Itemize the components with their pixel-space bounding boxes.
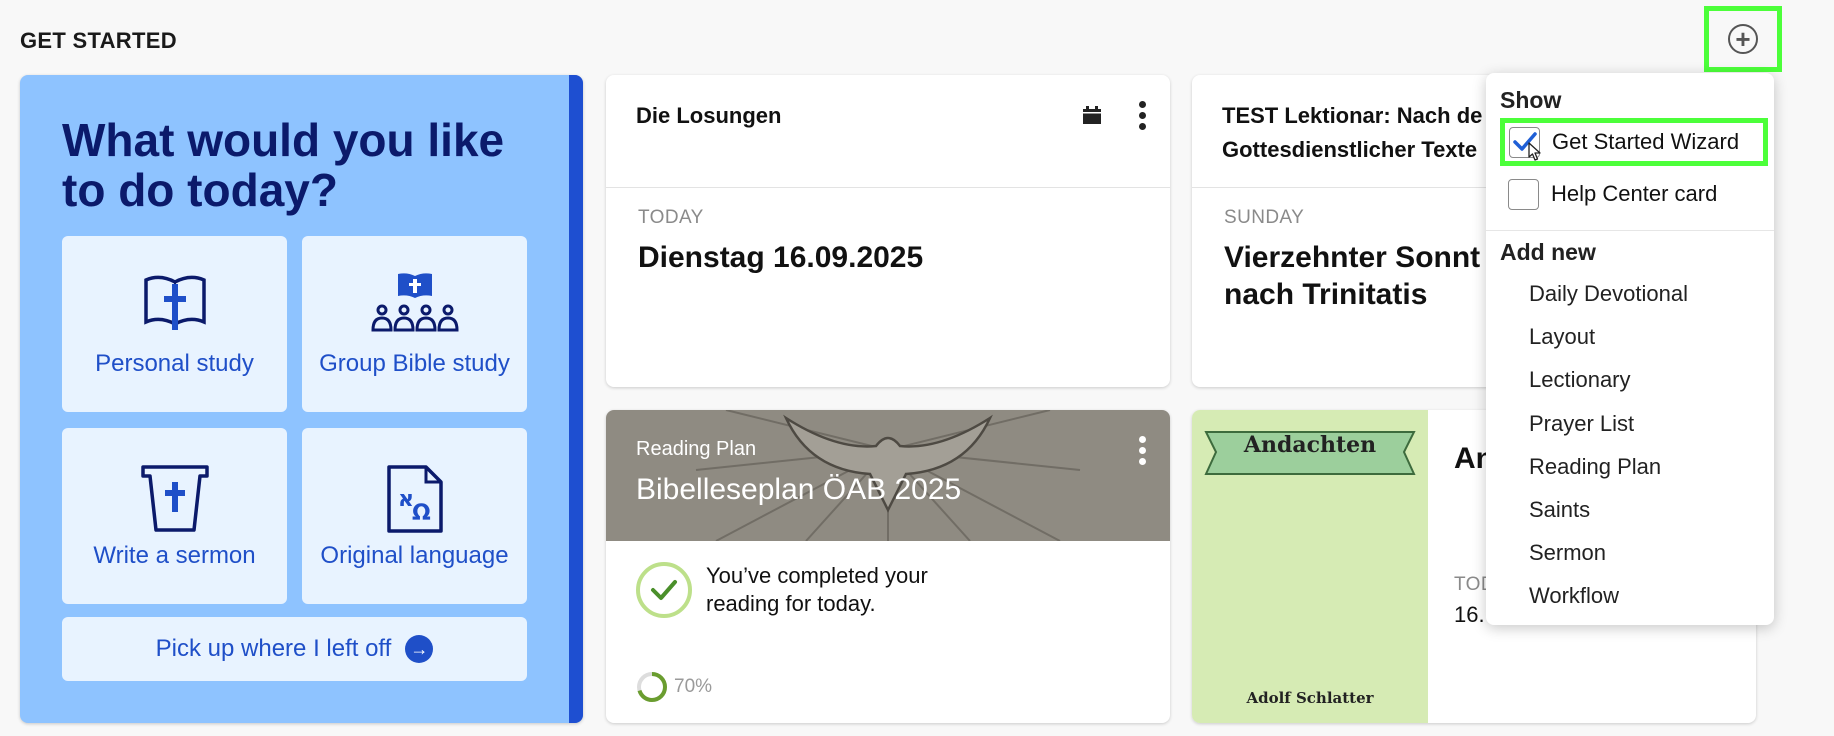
- open-bible-cross-icon: [142, 272, 208, 337]
- pulpit-cross-icon: [140, 464, 210, 539]
- add-prayer-list[interactable]: Prayer List: [1529, 411, 1634, 437]
- add-sermon[interactable]: Sermon: [1529, 540, 1606, 566]
- add-saints[interactable]: Saints: [1529, 497, 1590, 523]
- cover-title: Andachten: [1243, 432, 1377, 458]
- get-started-wizard-card: What would you like to do today? Persona…: [20, 75, 583, 723]
- pick-up-button[interactable]: Pick up where I left off →: [62, 617, 527, 681]
- book-cover: Andachten Adolf Schlatter: [1192, 410, 1428, 723]
- add-card-menu: Show Get Started Wizard Help Center card…: [1486, 73, 1774, 625]
- lectionary-title-line1: TEST Lektionar: Nach de: [1222, 103, 1483, 128]
- option-help-center-card[interactable]: Help Center card: [1500, 170, 1717, 218]
- option-label: Help Center card: [1551, 181, 1718, 206]
- original-language-tile[interactable]: א Ω Original language: [302, 428, 527, 604]
- show-heading: Show: [1500, 87, 1562, 113]
- pick-up-label: Pick up where I left off: [155, 635, 392, 662]
- progress-ring: [637, 672, 667, 702]
- cover-author: Adolf Schlatter: [1246, 689, 1374, 707]
- lectionary-headline-line2: nach Trinitatis: [1224, 278, 1428, 311]
- arrow-right-icon: →: [405, 635, 434, 663]
- group-bible-icon: [370, 272, 460, 341]
- plus-circle-icon: +: [1728, 24, 1758, 54]
- svg-text:Ω: Ω: [412, 501, 431, 526]
- menu-divider: [1486, 230, 1774, 231]
- reading-plan-card[interactable]: Reading Plan Bibelleseplan ÖAB 2025 You’…: [606, 410, 1170, 723]
- document-hebrew-greek-icon: א Ω: [386, 464, 444, 539]
- calendar-icon[interactable]: [1082, 105, 1102, 130]
- reading-status-line1: You’ve completed your: [706, 563, 928, 588]
- wizard-heading: What would you like to do today?: [62, 114, 505, 216]
- add-new-heading: Add new: [1500, 239, 1596, 265]
- section-title: GET STARTED: [20, 28, 177, 53]
- mouse-cursor-icon: [1528, 141, 1541, 161]
- add-daily-devotional[interactable]: Daily Devotional: [1529, 281, 1688, 307]
- original-language-label: Original language: [320, 542, 509, 569]
- reading-plan-title: Bibelleseplan ÖAB 2025: [636, 473, 962, 506]
- lectionary-title-line2: Gottesdienstlicher Texte: [1222, 137, 1478, 162]
- add-workflow[interactable]: Workflow: [1529, 583, 1619, 609]
- reading-status-line2: reading for today.: [706, 591, 876, 616]
- losungen-overline: TODAY: [638, 207, 704, 228]
- wizard-edge: [569, 75, 583, 723]
- reading-status: You’ve completed your reading for today.: [706, 562, 928, 618]
- add-reading-plan[interactable]: Reading Plan: [1529, 454, 1661, 480]
- option-get-started-wizard[interactable]: Get Started Wizard: [1500, 118, 1768, 166]
- add-lectionary[interactable]: Lectionary: [1529, 367, 1631, 393]
- card-divider: [606, 187, 1170, 188]
- personal-study-tile[interactable]: Personal study: [62, 236, 287, 412]
- reading-plan-overline: Reading Plan: [636, 438, 757, 460]
- group-bible-study-label: Group Bible study: [319, 350, 510, 377]
- lectionary-headline-line1: Vierzehnter Sonnt: [1224, 241, 1481, 274]
- option-label: Get Started Wizard: [1552, 129, 1740, 154]
- write-sermon-label: Write a sermon: [93, 542, 256, 569]
- more-options-icon[interactable]: [1139, 436, 1147, 465]
- losungen-card[interactable]: Die Losungen TODAY Dienstag 16.09.2025: [606, 75, 1170, 387]
- losungen-title: Die Losungen: [636, 103, 782, 128]
- lectionary-overline: SUNDAY: [1224, 207, 1305, 228]
- add-layout[interactable]: Layout: [1529, 324, 1595, 350]
- completed-check-icon: [636, 562, 692, 618]
- more-options-icon[interactable]: [1139, 101, 1147, 130]
- group-bible-study-tile[interactable]: Group Bible study: [302, 236, 527, 412]
- personal-study-label: Personal study: [95, 350, 254, 377]
- andachten-date: 16.: [1454, 602, 1485, 627]
- losungen-date: Dienstag 16.09.2025: [638, 241, 924, 274]
- add-card-button[interactable]: +: [1704, 6, 1782, 72]
- progress-percent: 70%: [674, 676, 713, 697]
- reading-plan-hero: Reading Plan Bibelleseplan ÖAB 2025: [606, 410, 1170, 541]
- checkbox-checked[interactable]: [1509, 126, 1541, 161]
- write-sermon-tile[interactable]: Write a sermon: [62, 428, 287, 604]
- checkbox-unchecked[interactable]: [1508, 178, 1539, 210]
